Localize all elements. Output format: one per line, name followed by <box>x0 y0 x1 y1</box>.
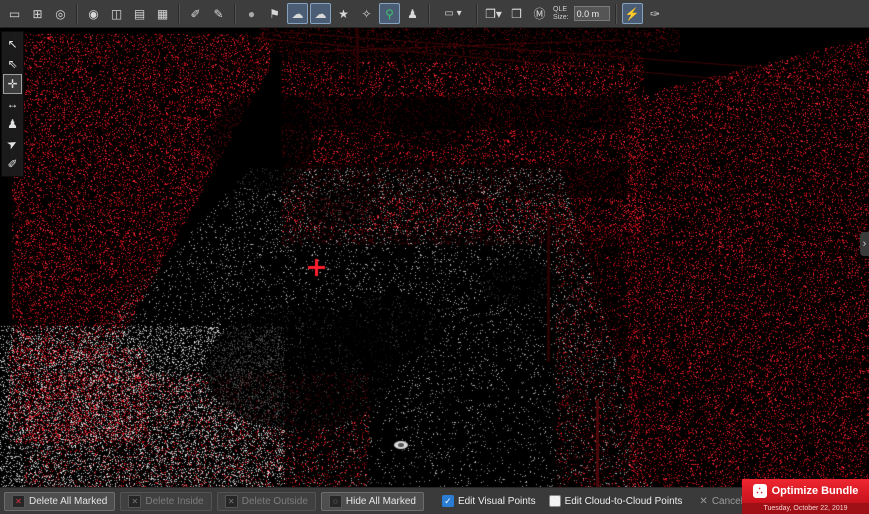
cancel-label: Cancel <box>712 496 743 507</box>
pick-point-icon[interactable]: ⇖ <box>3 54 22 74</box>
screen-display-icon[interactable]: ⊞ <box>27 3 48 24</box>
point-cloud-viewport[interactable] <box>0 28 869 488</box>
unmark-cloud-icon[interactable]: ☁ <box>310 3 331 24</box>
qle-size-label: QLE Size: <box>553 6 569 22</box>
cancel-x-icon: ✕ <box>699 496 707 507</box>
edit-visual-points-label: Edit Visual Points <box>458 496 536 507</box>
zoom-region-icon[interactable]: ◎ <box>50 3 71 24</box>
select-tool-icon[interactable]: ▭ <box>4 3 25 24</box>
measure-distance-icon[interactable]: ↔ <box>3 94 22 114</box>
select-cursor-icon[interactable]: ↖ <box>3 34 22 54</box>
tag-icon[interactable]: ⚑ <box>264 3 285 24</box>
edit-visual-points-checkbox[interactable]: ✓ Edit Visual Points <box>442 495 536 507</box>
grid-layout-icon[interactable]: ▦ <box>152 3 173 24</box>
person-view-icon[interactable]: ♟ <box>3 114 22 134</box>
camera-icon[interactable]: ◉ <box>83 3 104 24</box>
optimize-bundle-panel: ∴ Optimize Bundle Tuesday, October 22, 2… <box>742 479 869 514</box>
toolbar-separator <box>428 4 430 24</box>
optimize-bundle-button[interactable]: ∴ Optimize Bundle <box>742 479 869 503</box>
walk-mode-icon[interactable]: ♟ <box>402 3 423 24</box>
selection-mode-dropdown[interactable]: ▭ ▾ <box>435 3 471 24</box>
image-view-icon[interactable]: ▤ <box>129 3 150 24</box>
fly-nav-glyph: ➤ <box>5 136 20 151</box>
delete-inside-icon: ✕ <box>128 495 141 508</box>
hide-all-marked-label: Hide All Marked <box>346 496 416 507</box>
delete-all-marked-icon: ✕ <box>12 495 25 508</box>
spray-icon[interactable]: ✑ <box>645 3 666 24</box>
optimize-bundle-label: Optimize Bundle <box>772 485 859 497</box>
pin-icon[interactable]: ⚲ <box>379 3 400 24</box>
dual-panel-icon[interactable]: ◫ <box>106 3 127 24</box>
qle-mode-icon[interactable]: Ⓜ <box>529 3 550 24</box>
flashlight-icon[interactable]: ⚡ <box>622 3 643 24</box>
bottom-toolbar: ✕ Delete All Marked ✕ Delete Inside ✕ De… <box>0 487 869 514</box>
cube-camera-icon[interactable]: ❒ <box>506 3 527 24</box>
left-toolbar: ↖ ⇖ ✛ ↔ ♟ ➤ ✐ <box>1 31 24 177</box>
delete-inside-label: Delete Inside <box>145 496 203 507</box>
mark-cloud-icon[interactable]: ☁ <box>287 3 308 24</box>
toolbar-separator <box>178 4 180 24</box>
cancel-button[interactable]: ✕ Cancel <box>699 496 743 507</box>
pan-move-icon[interactable]: ✛ <box>3 74 22 94</box>
qle-label-line1: QLE <box>553 6 569 14</box>
delete-all-marked-button[interactable]: ✕ Delete All Marked <box>4 492 115 511</box>
eraser-icon[interactable]: ✐ <box>185 3 206 24</box>
cube-views-icon[interactable]: ❒▾ <box>483 3 504 24</box>
toolbar-separator <box>615 4 617 24</box>
bundle-icon: ∴ <box>753 484 767 498</box>
checkbox-checked-icon[interactable]: ✓ <box>442 495 454 507</box>
delete-inside-button[interactable]: ✕ Delete Inside <box>120 492 211 511</box>
sphere-icon[interactable]: ● <box>241 3 262 24</box>
paint-select-icon[interactable]: ✐ <box>3 154 22 174</box>
hide-all-marked-icon: ◌ <box>329 495 342 508</box>
star-points-icon[interactable]: ★ <box>333 3 354 24</box>
status-date: Tuesday, October 22, 2019 <box>742 503 869 514</box>
delete-outside-icon: ✕ <box>225 495 238 508</box>
edit-cloud-to-cloud-label: Edit Cloud-to-Cloud Points <box>565 496 683 507</box>
checkbox-unchecked-icon[interactable] <box>549 495 561 507</box>
qle-size-input[interactable] <box>574 6 610 21</box>
mark-pen-icon[interactable]: ✎ <box>208 3 229 24</box>
qle-label-line2: Size: <box>553 14 569 22</box>
fly-nav-icon[interactable]: ➤ <box>3 134 22 154</box>
delete-outside-button[interactable]: ✕ Delete Outside <box>217 492 316 511</box>
toolbar-separator <box>76 4 78 24</box>
delete-outside-label: Delete Outside <box>242 496 308 507</box>
top-toolbar: ▭ ⊞ ◎ ◉ ◫ ▤ ▦ ✐ ✎ ● ⚑ ☁ ☁ ★ ✧ ⚲ ♟ ▭ ▾ ❒▾… <box>0 0 869 28</box>
hide-all-marked-button[interactable]: ◌ Hide All Marked <box>321 492 424 511</box>
draw-select-icon[interactable]: ✧ <box>356 3 377 24</box>
edit-cloud-to-cloud-checkbox[interactable]: Edit Cloud-to-Cloud Points <box>549 495 683 507</box>
toolbar-separator <box>234 4 236 24</box>
delete-all-marked-label: Delete All Marked <box>29 496 107 507</box>
toolbar-separator <box>476 4 478 24</box>
panel-expand-chevron[interactable]: › <box>860 232 869 256</box>
